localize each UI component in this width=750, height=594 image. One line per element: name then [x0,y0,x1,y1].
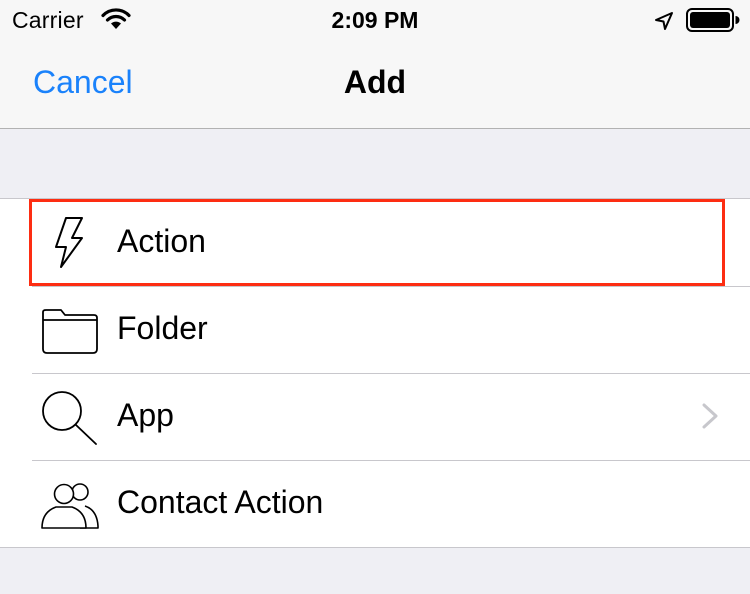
status-bar: Carrier 2:09 PM [0,0,750,40]
status-time: 2:09 PM [331,7,419,33]
list-item-label: Folder [117,310,208,346]
list-item-folder[interactable]: Folder [0,286,750,373]
location-arrow-icon [655,12,673,30]
list-item-action[interactable]: Action [29,199,725,286]
contacts-icon [41,483,99,529]
folder-icon [42,309,98,354]
chevron-right-icon [702,403,718,429]
list-item-label: App [117,397,174,433]
list-item-label: Contact Action [117,484,324,520]
list-item-app[interactable]: App [0,373,750,460]
lightning-bolt-icon [55,217,83,268]
magnifier-icon [42,391,97,445]
list-item-label: Action [117,223,206,259]
navigation-bar: Cancel Add [0,40,750,129]
add-options-list: Action Folder App Contact Action [0,198,750,548]
page-title: Add [343,64,407,100]
list-item-contact-action[interactable]: Contact Action [0,460,750,547]
battery-icon [686,8,740,32]
